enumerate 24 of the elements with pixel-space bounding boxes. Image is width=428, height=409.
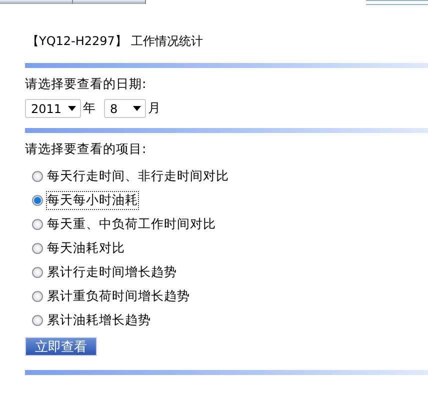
option-label: 每天油耗对比	[47, 240, 125, 256]
year-unit: 年	[83, 100, 96, 117]
option-label: 每天行走时间、非行走时间对比	[47, 168, 229, 184]
view-button[interactable]: 立即查看	[25, 337, 97, 356]
radio-button[interactable]	[32, 218, 43, 230]
month-unit: 月	[148, 100, 161, 117]
dropdown-arrow-icon	[133, 106, 141, 111]
radio-button[interactable]	[32, 314, 43, 326]
radio-button[interactable]	[32, 290, 43, 302]
option-label: 每天每小时油耗	[47, 192, 138, 208]
radio-button[interactable]	[32, 170, 43, 182]
radio-button[interactable]	[32, 266, 43, 278]
month-select[interactable]: 8	[104, 99, 146, 118]
date-label: 请选择要查看的日期:	[25, 76, 148, 93]
option-label: 累计重负荷时间增长趋势	[47, 288, 190, 304]
page-title: 【YQ12-H2297】 工作情况统计	[26, 33, 204, 50]
dropdown-arrow-icon	[68, 106, 76, 111]
items-label: 请选择要查看的项目:	[25, 141, 148, 158]
option-label: 累计行走时间增长趋势	[47, 264, 177, 280]
radio-button[interactable]	[32, 194, 43, 206]
radio-button[interactable]	[32, 242, 43, 254]
year-select[interactable]: 2011	[25, 99, 81, 118]
option-label: 累计油耗增长趋势	[47, 312, 151, 328]
option-label: 每天重、中负荷工作时间对比	[47, 216, 216, 232]
